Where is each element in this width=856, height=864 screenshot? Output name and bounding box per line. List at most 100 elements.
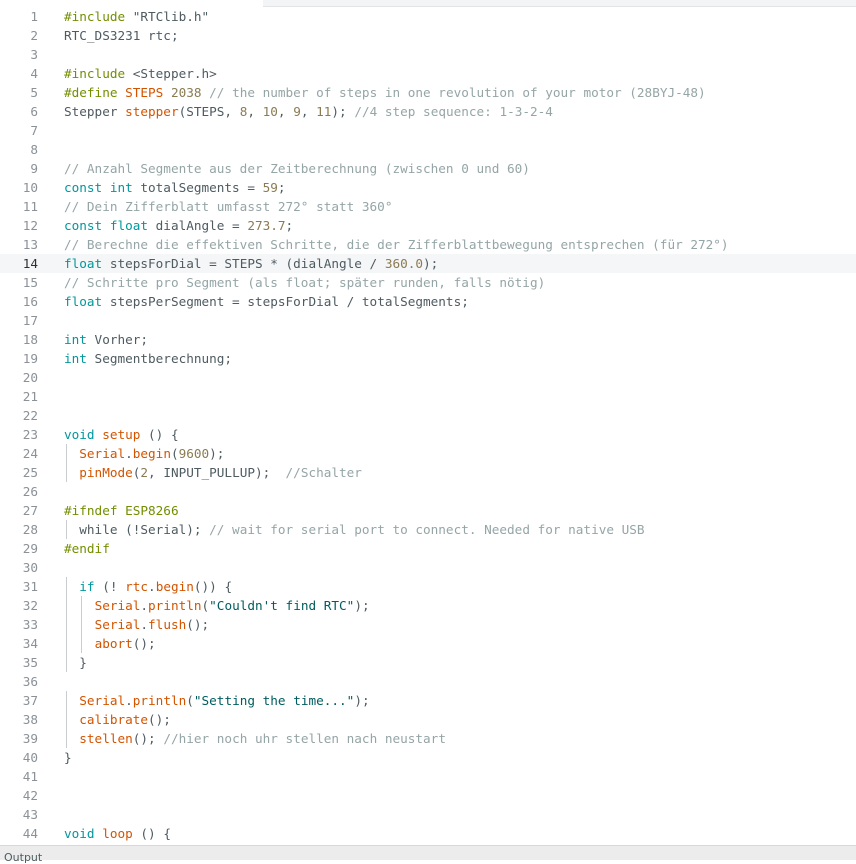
code-line[interactable]: 31 if (! rtc.begin()) { <box>0 577 856 596</box>
code-text[interactable]: pinMode(2, INPUT_PULLUP); //Schalter <box>64 463 362 482</box>
code-token: 9 <box>293 104 301 119</box>
code-token: } <box>64 655 87 670</box>
code-line[interactable]: 16 float stepsPerSegment = stepsForDial /… <box>0 292 856 311</box>
code-line[interactable]: 37 Serial.println("Setting the time...")… <box>0 691 856 710</box>
code-text[interactable]: #include <Stepper.h> <box>64 64 217 83</box>
code-line[interactable]: 29 #endif <box>0 539 856 558</box>
code-line[interactable]: 22 <box>0 406 856 425</box>
code-line[interactable]: 36 <box>0 672 856 691</box>
code-line[interactable]: 40} <box>0 748 856 767</box>
code-token: stepsForDial = STEPS * (dialAngle / <box>102 256 385 271</box>
code-line[interactable]: 20 <box>0 368 856 387</box>
code-token: 2 <box>140 465 149 480</box>
line-number: 29 <box>22 541 38 556</box>
code-line[interactable]: 33 Serial.flush(); <box>0 615 856 634</box>
code-token: rtc <box>125 579 149 594</box>
code-text[interactable]: const int totalSegments = 59; <box>64 178 286 197</box>
code-line[interactable]: 24 Serial.begin(9600); <box>0 444 856 463</box>
code-line[interactable]: 3 <box>0 45 856 64</box>
code-line[interactable]: 41 <box>0 767 856 786</box>
code-text[interactable]: // Schritte pro Segment (als float; spät… <box>64 273 545 292</box>
code-text[interactable]: void loop () { <box>64 824 171 843</box>
code-text[interactable]: #ifndef ESP8266 <box>64 501 179 520</box>
code-text[interactable]: calibrate(); <box>64 710 171 729</box>
code-text[interactable]: } <box>64 653 87 672</box>
code-text[interactable]: int Vorher; <box>64 330 148 349</box>
code-token: //4 step sequence: 1-3-2-4 <box>354 104 553 119</box>
line-number: 25 <box>22 465 38 480</box>
line-number: 30 <box>22 560 38 575</box>
code-line[interactable]: 35 } <box>0 653 856 672</box>
code-line[interactable]: 30 <box>0 558 856 577</box>
code-text[interactable]: RTC_DS3231 rtc; <box>64 26 179 45</box>
code-text[interactable]: float stepsPerSegment = stepsForDial / t… <box>64 292 469 311</box>
code-line[interactable]: 15 // Schritte pro Segment (als float; sp… <box>0 273 856 292</box>
code-line[interactable]: 17 <box>0 311 856 330</box>
code-text[interactable]: if (! rtc.begin()) { <box>64 577 232 596</box>
code-token: #include <box>64 9 133 24</box>
code-token: if <box>79 579 95 594</box>
code-line[interactable]: 1 #include "RTClib.h" <box>0 7 856 26</box>
code-line[interactable]: 26 <box>0 482 856 501</box>
code-line[interactable]: 32 Serial.println("Couldn't find RTC"); <box>0 596 856 615</box>
code-text[interactable]: #endif <box>64 539 110 558</box>
code-line[interactable]: 42 <box>0 786 856 805</box>
line-number: 39 <box>22 731 38 746</box>
code-line[interactable]: 19 int Segmentberechnung; <box>0 349 856 368</box>
code-line[interactable]: 14 float stepsForDial = STEPS * (dialAngl… <box>0 254 856 273</box>
code-token: ( <box>186 693 194 708</box>
code-line[interactable]: 21 <box>0 387 856 406</box>
code-line[interactable]: 43 <box>0 805 856 824</box>
code-line[interactable]: 44 void loop () { <box>0 824 856 843</box>
code-line[interactable]: 4 #include <Stepper.h> <box>0 64 856 83</box>
code-text[interactable]: // Berechne die effektiven Schritte, die… <box>64 235 729 254</box>
code-line[interactable]: 13 // Berechne die effektiven Schritte, d… <box>0 235 856 254</box>
code-text[interactable]: int Segmentberechnung; <box>64 349 232 368</box>
code-line[interactable]: 28 while (!Serial); // wait for serial p… <box>0 520 856 539</box>
line-number: 4 <box>30 66 38 81</box>
line-number: 37 <box>22 693 38 708</box>
code-text[interactable]: #define STEPS 2038 // the number of step… <box>64 83 706 102</box>
code-text[interactable]: // Anzahl Segmente aus der Zeitberechnun… <box>64 159 530 178</box>
code-token: begin <box>155 579 194 594</box>
code-line[interactable]: 6 Stepper stepper(STEPS, 8, 10, 9, 11); /… <box>0 102 856 121</box>
code-text[interactable]: #include "RTClib.h" <box>64 7 209 26</box>
code-text[interactable]: abort(); <box>64 634 156 653</box>
code-text[interactable]: while (!Serial); // wait for serial port… <box>64 520 644 539</box>
code-text[interactable]: Serial.flush(); <box>64 615 210 634</box>
code-line[interactable]: 7 <box>0 121 856 140</box>
code-text[interactable]: Serial.println("Couldn't find RTC"); <box>64 596 370 615</box>
code-text[interactable]: void setup () { <box>64 425 179 444</box>
code-text[interactable]: Serial.begin(9600); <box>64 444 224 463</box>
code-text[interactable]: float stepsForDial = STEPS * (dialAngle … <box>64 254 438 273</box>
code-line[interactable]: 10 const int totalSegments = 59; <box>0 178 856 197</box>
code-line[interactable]: 12 const float dialAngle = 273.7; <box>0 216 856 235</box>
code-line[interactable]: 34 abort(); <box>0 634 856 653</box>
code-line[interactable]: 11 // Dein Zifferblatt umfasst 272° statt… <box>0 197 856 216</box>
code-text[interactable]: Serial.println("Setting the time..."); <box>64 691 369 710</box>
code-line[interactable]: 25 pinMode(2, INPUT_PULLUP); //Schalter <box>0 463 856 482</box>
code-line[interactable]: 2 RTC_DS3231 rtc; <box>0 26 856 45</box>
code-line[interactable]: 27 #ifndef ESP8266 <box>0 501 856 520</box>
code-text[interactable]: const float dialAngle = 273.7; <box>64 216 293 235</box>
line-number: 20 <box>22 370 38 385</box>
code-token: "Couldn't find RTC" <box>209 598 355 613</box>
code-token: // Dein Zifferblatt umfasst 272° statt 3… <box>64 199 393 214</box>
code-line[interactable]: 9 // Anzahl Segmente aus der Zeitberechnu… <box>0 159 856 178</box>
code-text[interactable]: Stepper stepper(STEPS, 8, 10, 9, 11); //… <box>64 102 553 121</box>
code-token: Segmentberechnung; <box>86 351 233 366</box>
code-line[interactable]: 23 void setup () { <box>0 425 856 444</box>
code-line[interactable]: 39 stellen(); //hier noch uhr stellen na… <box>0 729 856 748</box>
code-text[interactable]: } <box>64 748 72 767</box>
code-text[interactable]: stellen(); //hier noch uhr stellen nach … <box>64 729 446 748</box>
code-line[interactable]: 8 <box>0 140 856 159</box>
code-line[interactable]: 38 calibrate(); <box>0 710 856 729</box>
code-editor[interactable]: 1 #include "RTClib.h" 2 RTC_DS3231 rtc; 3 4 #i… <box>0 7 856 845</box>
code-line[interactable]: 18 int Vorher; <box>0 330 856 349</box>
code-text[interactable]: // Dein Zifferblatt umfasst 272° statt 3… <box>64 197 392 216</box>
output-panel-header[interactable]: Output <box>0 845 856 864</box>
code-line[interactable]: 5 #define STEPS 2038 // the number of ste… <box>0 83 856 102</box>
